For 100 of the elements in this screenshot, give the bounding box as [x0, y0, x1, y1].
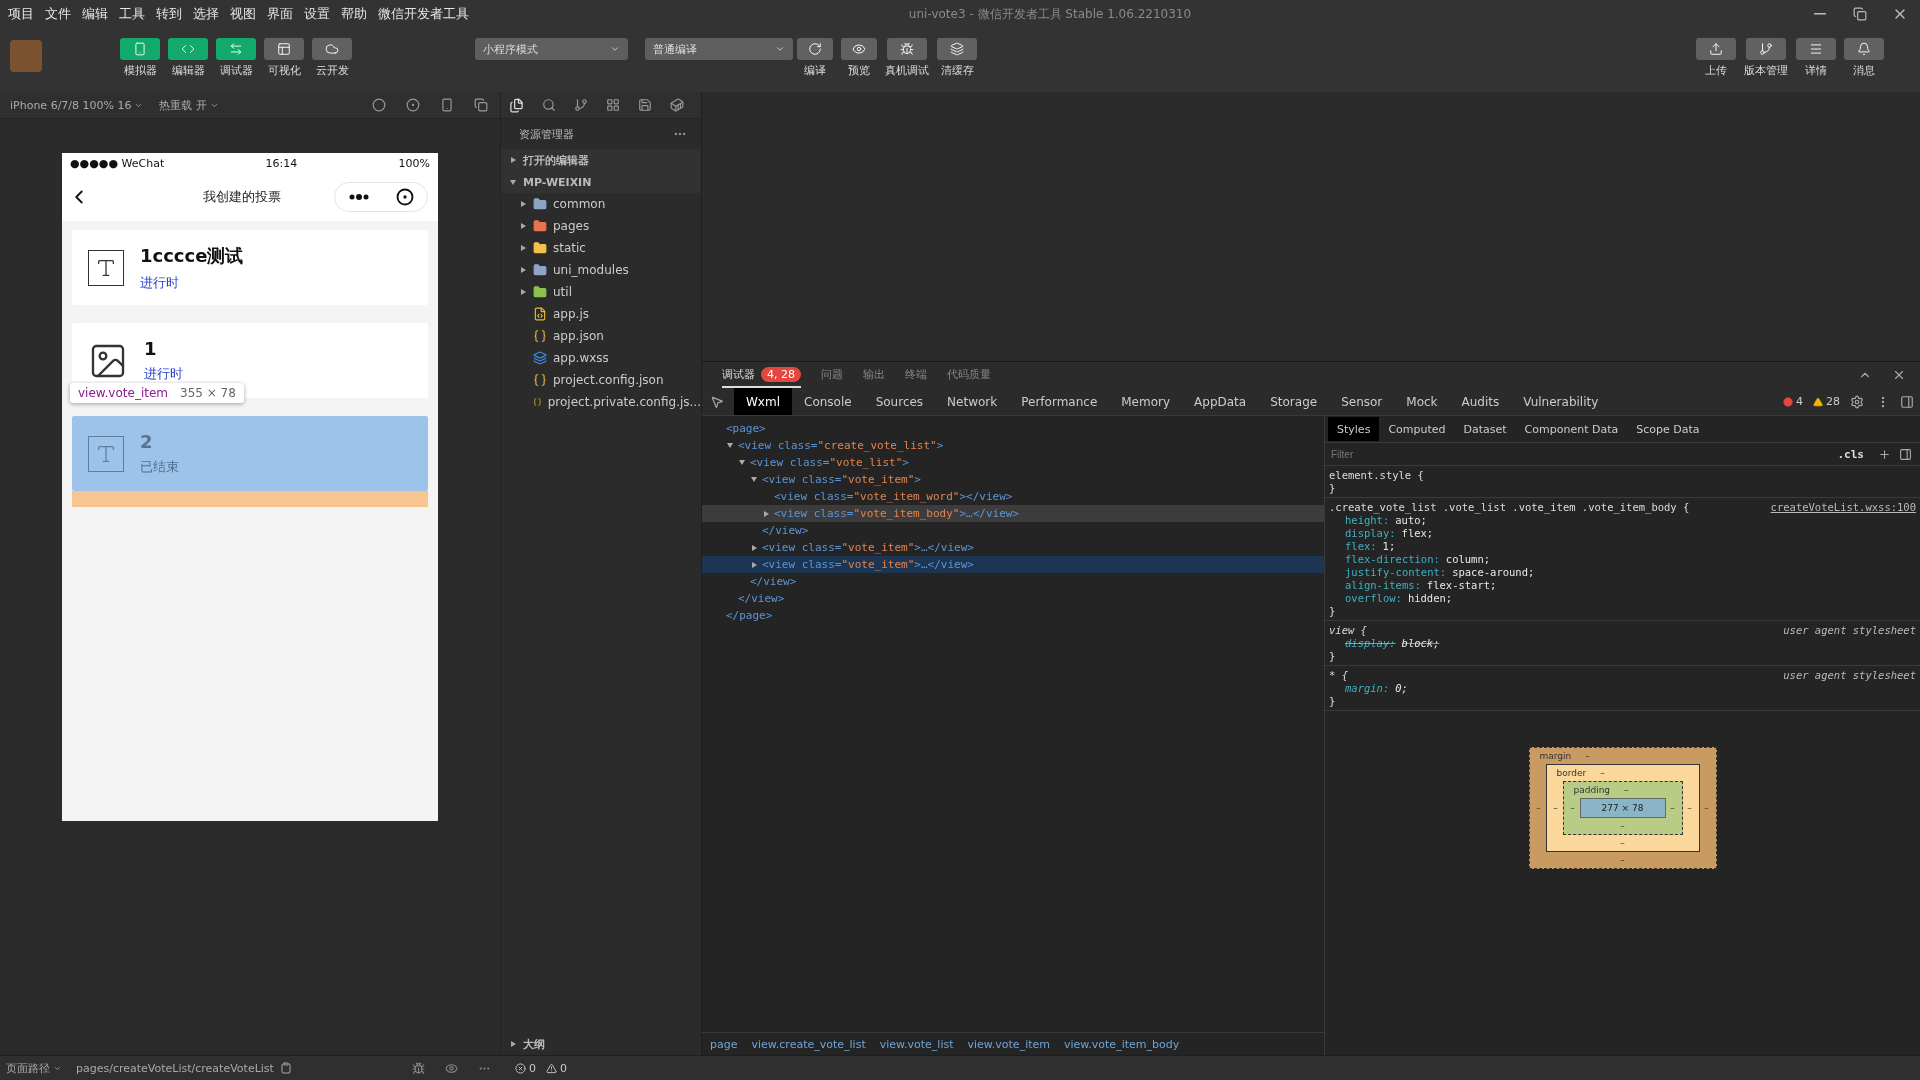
breadcrumb-link[interactable]: view.vote_item_body	[1064, 1037, 1180, 1051]
view-toggle[interactable]	[216, 38, 256, 60]
sidebar-toggle-icon[interactable]	[1899, 447, 1912, 461]
breadcrumb-link[interactable]: view.create_vote_list	[751, 1037, 866, 1051]
view-toggle[interactable]	[120, 38, 160, 60]
close-icon[interactable]	[1892, 368, 1906, 382]
devtools-tab[interactable]: 终端	[905, 362, 927, 388]
record-icon[interactable]	[404, 96, 422, 114]
page-path-dropdown[interactable]: 页面路径	[6, 1060, 62, 1076]
add-rule-icon[interactable]	[1878, 447, 1891, 461]
styles-tab[interactable]: Component Data	[1515, 417, 1628, 441]
panel-tab[interactable]: Mock	[1394, 388, 1450, 415]
panel-tab[interactable]: AppData	[1182, 388, 1259, 415]
panel-tab[interactable]: Storage	[1258, 388, 1330, 415]
settings-icon[interactable]	[1850, 394, 1864, 409]
breadcrumb-link[interactable]: page	[710, 1037, 738, 1051]
warning-count[interactable]: 28	[1813, 395, 1840, 408]
styles-tab[interactable]: Computed	[1379, 417, 1455, 441]
compile-dropdown[interactable]: 普通编译	[645, 38, 793, 60]
file-tree-item[interactable]: app.js	[501, 303, 701, 325]
inspect-icon[interactable]	[710, 394, 724, 409]
expand-caret-icon[interactable]	[739, 460, 745, 465]
file-tree-item[interactable]: static	[501, 237, 701, 259]
view-toggle[interactable]	[264, 38, 304, 60]
file-tree-item[interactable]: project.private.config.js...	[501, 391, 701, 413]
toolbar-button[interactable]	[841, 38, 877, 60]
view-toggle[interactable]	[312, 38, 352, 60]
panel-tab[interactable]: Vulnerability	[1511, 388, 1611, 415]
panel-tab[interactable]: Performance	[1009, 388, 1110, 415]
wxml-node[interactable]: <view class="vote_item_body">…</view>	[702, 505, 1324, 522]
file-tree-item[interactable]: common	[501, 193, 701, 215]
breadcrumb-link[interactable]: view.vote_item	[967, 1037, 1050, 1051]
panel-tab[interactable]: Network	[935, 388, 1010, 415]
menu-item[interactable]: 工具	[119, 5, 145, 23]
expand-caret-icon[interactable]	[751, 561, 757, 568]
wxml-node[interactable]: <view class="vote_item">…</view>	[702, 539, 1324, 556]
save-icon[interactable]	[636, 96, 654, 114]
branch-icon[interactable]	[572, 96, 590, 114]
breadcrumb-link[interactable]: view.vote_list	[879, 1037, 954, 1051]
wxml-node[interactable]: <view class="vote_item">…</view>	[702, 556, 1324, 573]
error-count[interactable]: 0	[514, 1061, 536, 1075]
menu-item[interactable]: 文件	[45, 5, 71, 23]
copy-icon[interactable]	[279, 1062, 292, 1074]
search-icon[interactable]	[540, 96, 558, 114]
menu-item[interactable]: 设置	[304, 5, 330, 23]
styles-tab[interactable]: Dataset	[1454, 417, 1516, 441]
expand-caret-icon[interactable]	[763, 510, 769, 517]
copy-icon[interactable]	[472, 96, 490, 114]
device-dropdown[interactable]: iPhone 6/7/8 100% 16	[10, 98, 144, 112]
menu-item[interactable]: 界面	[267, 5, 293, 23]
panel-tab[interactable]: Sources	[863, 388, 936, 415]
wxml-node[interactable]: <view class="vote_item">	[702, 471, 1324, 488]
expand-caret-icon[interactable]	[751, 544, 757, 551]
mode-dropdown[interactable]: 小程序模式	[475, 38, 628, 60]
toolbar-button[interactable]	[1696, 38, 1736, 60]
grid-icon[interactable]	[604, 96, 622, 114]
wxml-node[interactable]: <view class="vote_item_word"></view>	[702, 488, 1324, 505]
toolbar-button[interactable]	[937, 38, 977, 60]
menu-item[interactable]: 编辑	[82, 5, 108, 23]
styles-tab[interactable]: Scope Data	[1627, 417, 1709, 441]
hot-reload-dropdown[interactable]: 热重载 开	[159, 97, 219, 113]
wxml-node[interactable]: <view class="vote_list">	[702, 454, 1324, 471]
vote-card[interactable]: 1cccce测试 进行时	[72, 230, 428, 305]
explorer-section[interactable]: MP-WEIXIN	[501, 171, 701, 193]
bug-icon[interactable]	[411, 1061, 425, 1075]
menu-item[interactable]: 项目	[8, 5, 34, 23]
expand-caret-icon[interactable]	[751, 477, 757, 482]
panel-tab[interactable]: Memory	[1109, 388, 1183, 415]
source-link[interactable]: createVoteList.wxss:100	[1770, 501, 1916, 513]
container-icon[interactable]	[668, 96, 686, 114]
menu-item[interactable]: 帮助	[341, 5, 367, 23]
explorer-section[interactable]: 打开的编辑器	[501, 149, 701, 171]
devtools-tab[interactable]: 代码质量	[947, 362, 991, 388]
file-tree-item[interactable]: project.config.json	[501, 369, 701, 391]
rotate-icon[interactable]	[370, 96, 388, 114]
dock-icon[interactable]	[1900, 394, 1914, 409]
menu-item[interactable]: 转到	[156, 5, 182, 23]
eye-icon[interactable]	[444, 1061, 458, 1075]
panel-tab[interactable]: Console	[792, 388, 864, 415]
outline-section[interactable]: 大纲	[501, 1033, 701, 1055]
styles-tab[interactable]: Styles	[1328, 417, 1380, 441]
toolbar-button[interactable]	[1844, 38, 1884, 60]
warning-count[interactable]: 0	[545, 1061, 567, 1075]
file-tree-item[interactable]: util	[501, 281, 701, 303]
file-tree-item[interactable]: pages	[501, 215, 701, 237]
expand-caret-icon[interactable]	[727, 443, 733, 448]
file-tree-item[interactable]: uni_modules	[501, 259, 701, 281]
devtools-tab[interactable]: 问题	[821, 362, 843, 388]
toolbar-button[interactable]	[797, 38, 833, 60]
panel-tab[interactable]: Wxml	[734, 388, 792, 415]
view-toggle[interactable]	[168, 38, 208, 60]
cls-toggle[interactable]: .cls	[1831, 446, 1870, 462]
file-tree-item[interactable]: app.json	[501, 325, 701, 347]
toolbar-button[interactable]	[887, 38, 927, 60]
panel-tab[interactable]: Audits	[1449, 388, 1512, 415]
menu-item[interactable]: 视图	[230, 5, 256, 23]
wxml-node[interactable]: <view class="create_vote_list">	[702, 437, 1324, 454]
devtools-tab[interactable]: 输出	[863, 362, 885, 388]
error-count[interactable]: 4	[1783, 395, 1803, 408]
file-tree-item[interactable]: app.wxss	[501, 347, 701, 369]
